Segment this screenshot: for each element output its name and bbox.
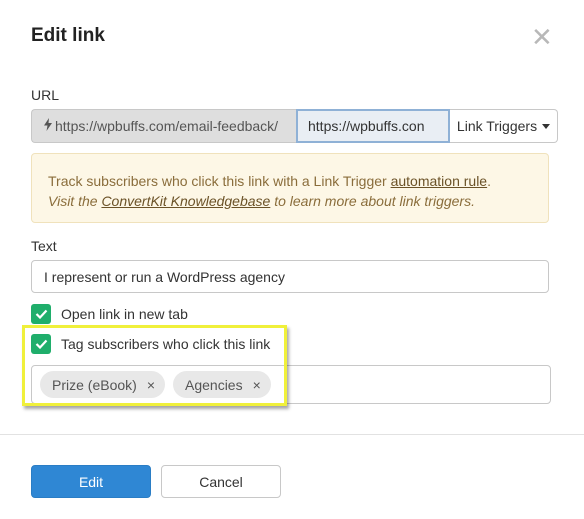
- link-triggers-label: Link Triggers: [456, 118, 538, 134]
- caret-down-icon: [542, 123, 551, 129]
- link-text-input[interactable]: [31, 260, 549, 293]
- tag-chip: Prize (eBook) ×: [40, 371, 165, 398]
- tag-subscribers-checkbox[interactable]: [31, 334, 51, 354]
- text-label: Text: [31, 238, 57, 254]
- tag-subscribers-label: Tag subscribers who click this link: [61, 336, 271, 352]
- notice-line-2-text: Visit the: [48, 193, 102, 209]
- open-new-tab-checkbox[interactable]: [31, 304, 51, 324]
- dialog-title: Edit link: [31, 25, 105, 46]
- link-triggers-dropdown[interactable]: Link Triggers: [450, 109, 558, 143]
- url-prefix-text: https://wpbuffs.com/email-feedback/: [55, 118, 279, 134]
- check-icon: [35, 309, 47, 319]
- notice-line-2-end: to learn more about link triggers.: [270, 193, 475, 209]
- automation-rule-link[interactable]: automation rule: [391, 173, 488, 189]
- knowledgebase-link[interactable]: ConvertKit Knowledgebase: [101, 193, 270, 209]
- url-field-group: https://wpbuffs.com/email-feedback/ Link…: [31, 109, 558, 143]
- open-new-tab-option[interactable]: Open link in new tab: [31, 304, 188, 324]
- footer-divider: [0, 434, 584, 435]
- tag-label: Agencies: [185, 376, 243, 393]
- url-prefix: https://wpbuffs.com/email-feedback/: [31, 109, 296, 143]
- edit-button[interactable]: Edit: [31, 465, 151, 498]
- notice-line-1-end: .: [487, 173, 491, 189]
- notice-line-2: Visit the ConvertKit Knowledgebase to le…: [48, 191, 532, 211]
- tag-subscribers-option[interactable]: Tag subscribers who click this link: [31, 334, 270, 354]
- tag-chip: Agencies ×: [173, 371, 271, 398]
- tags-input[interactable]: Prize (eBook) × Agencies ×: [31, 365, 551, 404]
- tag-label: Prize (eBook): [52, 376, 137, 393]
- link-trigger-notice: Track subscribers who click this link wi…: [31, 153, 549, 223]
- cancel-button[interactable]: Cancel: [161, 465, 281, 498]
- remove-tag-icon[interactable]: ×: [147, 377, 155, 393]
- edit-link-dialog: Edit link ✕ URL https://wpbuffs.com/emai…: [0, 0, 584, 519]
- bolt-icon: [44, 118, 52, 134]
- close-icon[interactable]: ✕: [531, 24, 553, 50]
- notice-line-1-text: Track subscribers who click this link wi…: [48, 173, 391, 189]
- url-input[interactable]: [296, 109, 450, 143]
- url-label: URL: [31, 87, 60, 103]
- check-icon: [35, 339, 47, 349]
- open-new-tab-label: Open link in new tab: [61, 306, 188, 322]
- notice-line-1: Track subscribers who click this link wi…: [48, 171, 532, 191]
- remove-tag-icon[interactable]: ×: [253, 377, 261, 393]
